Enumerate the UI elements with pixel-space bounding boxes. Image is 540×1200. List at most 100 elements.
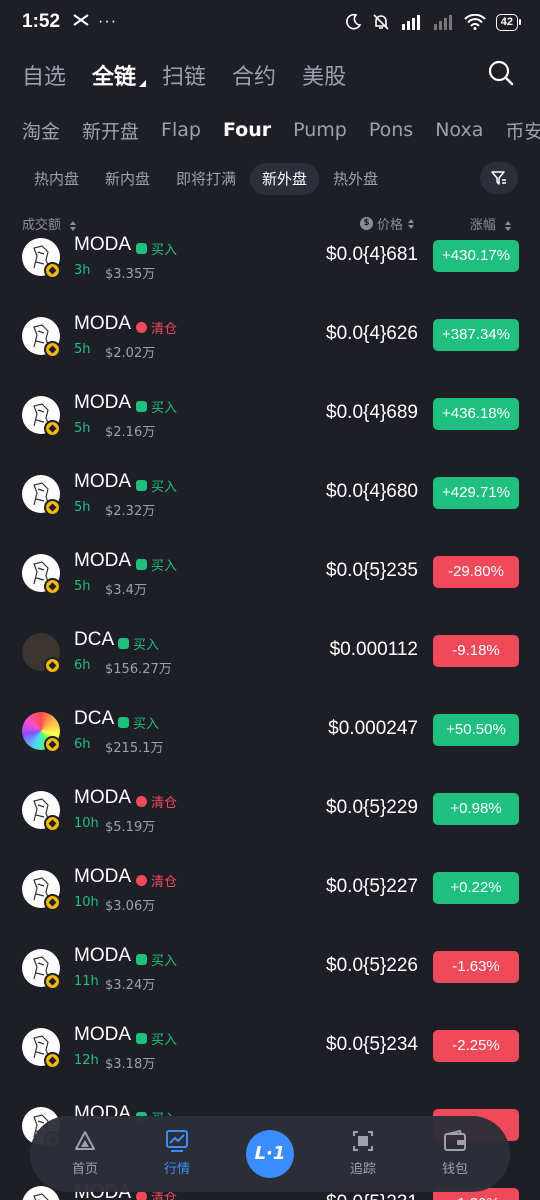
column-header: 成交额 $ 价格 涨幅 [0, 210, 540, 236]
token-price: $0.0{5}226 [326, 955, 418, 976]
dropdown-caret-icon [139, 80, 147, 87]
change-pill: +0.22% [433, 872, 519, 904]
nav-home[interactable]: 首页 [50, 1130, 120, 1177]
token-name: MODA [74, 866, 131, 887]
col-price-sort[interactable]: $ 价格 [360, 214, 415, 233]
token-price: $0.0{5}231 [326, 1192, 418, 1200]
token-volume: $2.02万 [105, 346, 156, 361]
tab-pons[interactable]: Pons [369, 119, 413, 141]
moon-icon [345, 13, 362, 30]
tab-noxa[interactable]: Noxa [435, 119, 483, 141]
nav-wallet-label: 钱包 [441, 1162, 468, 1177]
buy-tag: 买入 [136, 555, 177, 574]
token-row[interactable]: MODA 买入 5h $3.4万 $0.0{5}235 -29.80% [0, 536, 540, 615]
bnb-chain-badge-icon [44, 736, 61, 753]
bnb-chain-badge-icon [44, 420, 61, 437]
status-more-dots: ··· [98, 13, 118, 30]
track-icon [353, 1131, 373, 1151]
clear-tag: 清仓 [136, 871, 177, 890]
tab-four[interactable]: Four [223, 119, 271, 141]
token-price: $0.000112 [329, 639, 418, 660]
tag-label: 清仓 [151, 875, 178, 890]
tab-contracts[interactable]: 合约 [232, 59, 276, 91]
token-age: 5h [74, 342, 91, 357]
sort-arrows-icon [70, 220, 77, 231]
change-pill: +436.18% [433, 398, 519, 430]
pill-new-outer[interactable]: 新外盘 [250, 163, 320, 195]
token-volume: $3.35万 [105, 267, 156, 282]
launchpad-tabs: 淘金 新开盘 Flap Four Pump Pons Noxa 币安 [0, 110, 540, 150]
signal-hd-icon [401, 15, 420, 30]
nav-wallet[interactable]: 钱包 [420, 1130, 490, 1177]
token-row[interactable]: MODA 买入 5h $2.32万 $0.0{4}680 +429.71% [0, 457, 540, 536]
token-row[interactable]: MODA 买入 3h $3.35万 $0.0{4}681 +430.17% [0, 236, 540, 299]
token-name: MODA [74, 1024, 131, 1045]
token-row[interactable]: MODA 清仓 5h $2.02万 $0.0{4}626 +387.34% [0, 299, 540, 378]
token-price: $0.0{5}229 [326, 797, 418, 818]
col-change-sort[interactable]: 涨幅 [470, 214, 512, 233]
token-name: MODA [74, 313, 131, 334]
token-name: DCA [74, 708, 115, 729]
nav-track-label: 追踪 [349, 1162, 376, 1177]
clear-tag: 清仓 [136, 792, 177, 811]
token-volume: $2.16万 [105, 425, 156, 440]
pill-almost-full[interactable]: 即将打满 [164, 163, 248, 195]
nav-track[interactable]: 追踪 [328, 1130, 398, 1177]
tab-binance[interactable]: 币安 [505, 117, 540, 144]
tag-label: 买入 [151, 559, 178, 574]
home-icon [75, 1131, 95, 1150]
status-bar: 1:52 ··· 42 [0, 0, 540, 44]
tag-label: 买入 [133, 717, 160, 732]
token-row[interactable]: MODA 清仓 10h $5.19万 $0.0{5}229 +0.98% [0, 773, 540, 852]
token-row[interactable]: MODA 清仓 10h $3.06万 $0.0{5}227 +0.22% [0, 852, 540, 931]
token-row[interactable]: MODA 买入 12h $3.18万 $0.0{5}234 -2.25% [0, 1010, 540, 1089]
tag-label: 买入 [151, 401, 178, 416]
nav-market[interactable]: 行情 [142, 1130, 212, 1177]
clear-icon [136, 322, 147, 333]
tab-flap[interactable]: Flap [161, 119, 201, 141]
tab-all-chains-label: 全链 [92, 65, 137, 90]
token-name: MODA [74, 471, 131, 492]
bnb-chain-badge-icon [44, 262, 61, 279]
change-pill: +429.71% [433, 477, 519, 509]
tab-us-stocks[interactable]: 美股 [302, 59, 346, 91]
bnb-chain-badge-icon [44, 894, 61, 911]
buy-tag: 买入 [118, 713, 159, 732]
buy-tag: 买入 [136, 1029, 177, 1048]
col-volume-sort[interactable]: 成交额 [22, 214, 77, 233]
pill-hot-outer[interactable]: 热外盘 [321, 163, 390, 195]
money-bag-icon [118, 638, 129, 649]
token-row[interactable]: MODA 买入 11h $3.24万 $0.0{5}226 -1.63% [0, 931, 540, 1010]
money-bag-icon [136, 954, 147, 965]
money-bag-icon [136, 480, 147, 491]
clear-icon [136, 1191, 147, 1200]
token-volume: $3.18万 [105, 1057, 156, 1072]
money-bag-icon [136, 243, 147, 254]
tab-all-chains[interactable]: 全链 [92, 59, 147, 91]
token-row[interactable]: DCA 买入 6h $156.27万 $0.000112 -9.18% [0, 615, 540, 694]
change-pill: -2.25% [433, 1030, 519, 1062]
change-pill: -9.18% [433, 635, 519, 667]
tab-watchlist[interactable]: 自选 [22, 59, 66, 91]
wallet-icon [444, 1130, 466, 1151]
search-icon[interactable] [488, 60, 514, 90]
nav-home-label: 首页 [71, 1162, 98, 1177]
tab-taojin[interactable]: 淘金 [22, 117, 60, 144]
token-age: 5h [74, 421, 91, 436]
tag-label: 买入 [133, 638, 160, 653]
bnb-chain-badge-icon [44, 815, 61, 832]
pill-hot-inner[interactable]: 热内盘 [22, 163, 91, 195]
l1-center-button[interactable]: L·1 [246, 1130, 294, 1178]
tab-scan-chain[interactable]: 扫链 [162, 59, 206, 91]
filter-icon[interactable] [480, 162, 518, 194]
change-pill: +50.50% [433, 714, 519, 746]
bnb-chain-badge-icon [44, 499, 61, 516]
pill-new-inner[interactable]: 新内盘 [93, 163, 162, 195]
tag-label: 买入 [151, 1033, 178, 1048]
tab-new-listing[interactable]: 新开盘 [82, 117, 139, 144]
tag-label: 买入 [151, 243, 178, 258]
tab-pump[interactable]: Pump [293, 119, 347, 141]
token-row[interactable]: DCA 买入 6h $215.1万 $0.000247 +50.50% [0, 694, 540, 773]
buy-tag: 买入 [136, 950, 177, 969]
token-row[interactable]: MODA 买入 5h $2.16万 $0.0{4}689 +436.18% [0, 378, 540, 457]
